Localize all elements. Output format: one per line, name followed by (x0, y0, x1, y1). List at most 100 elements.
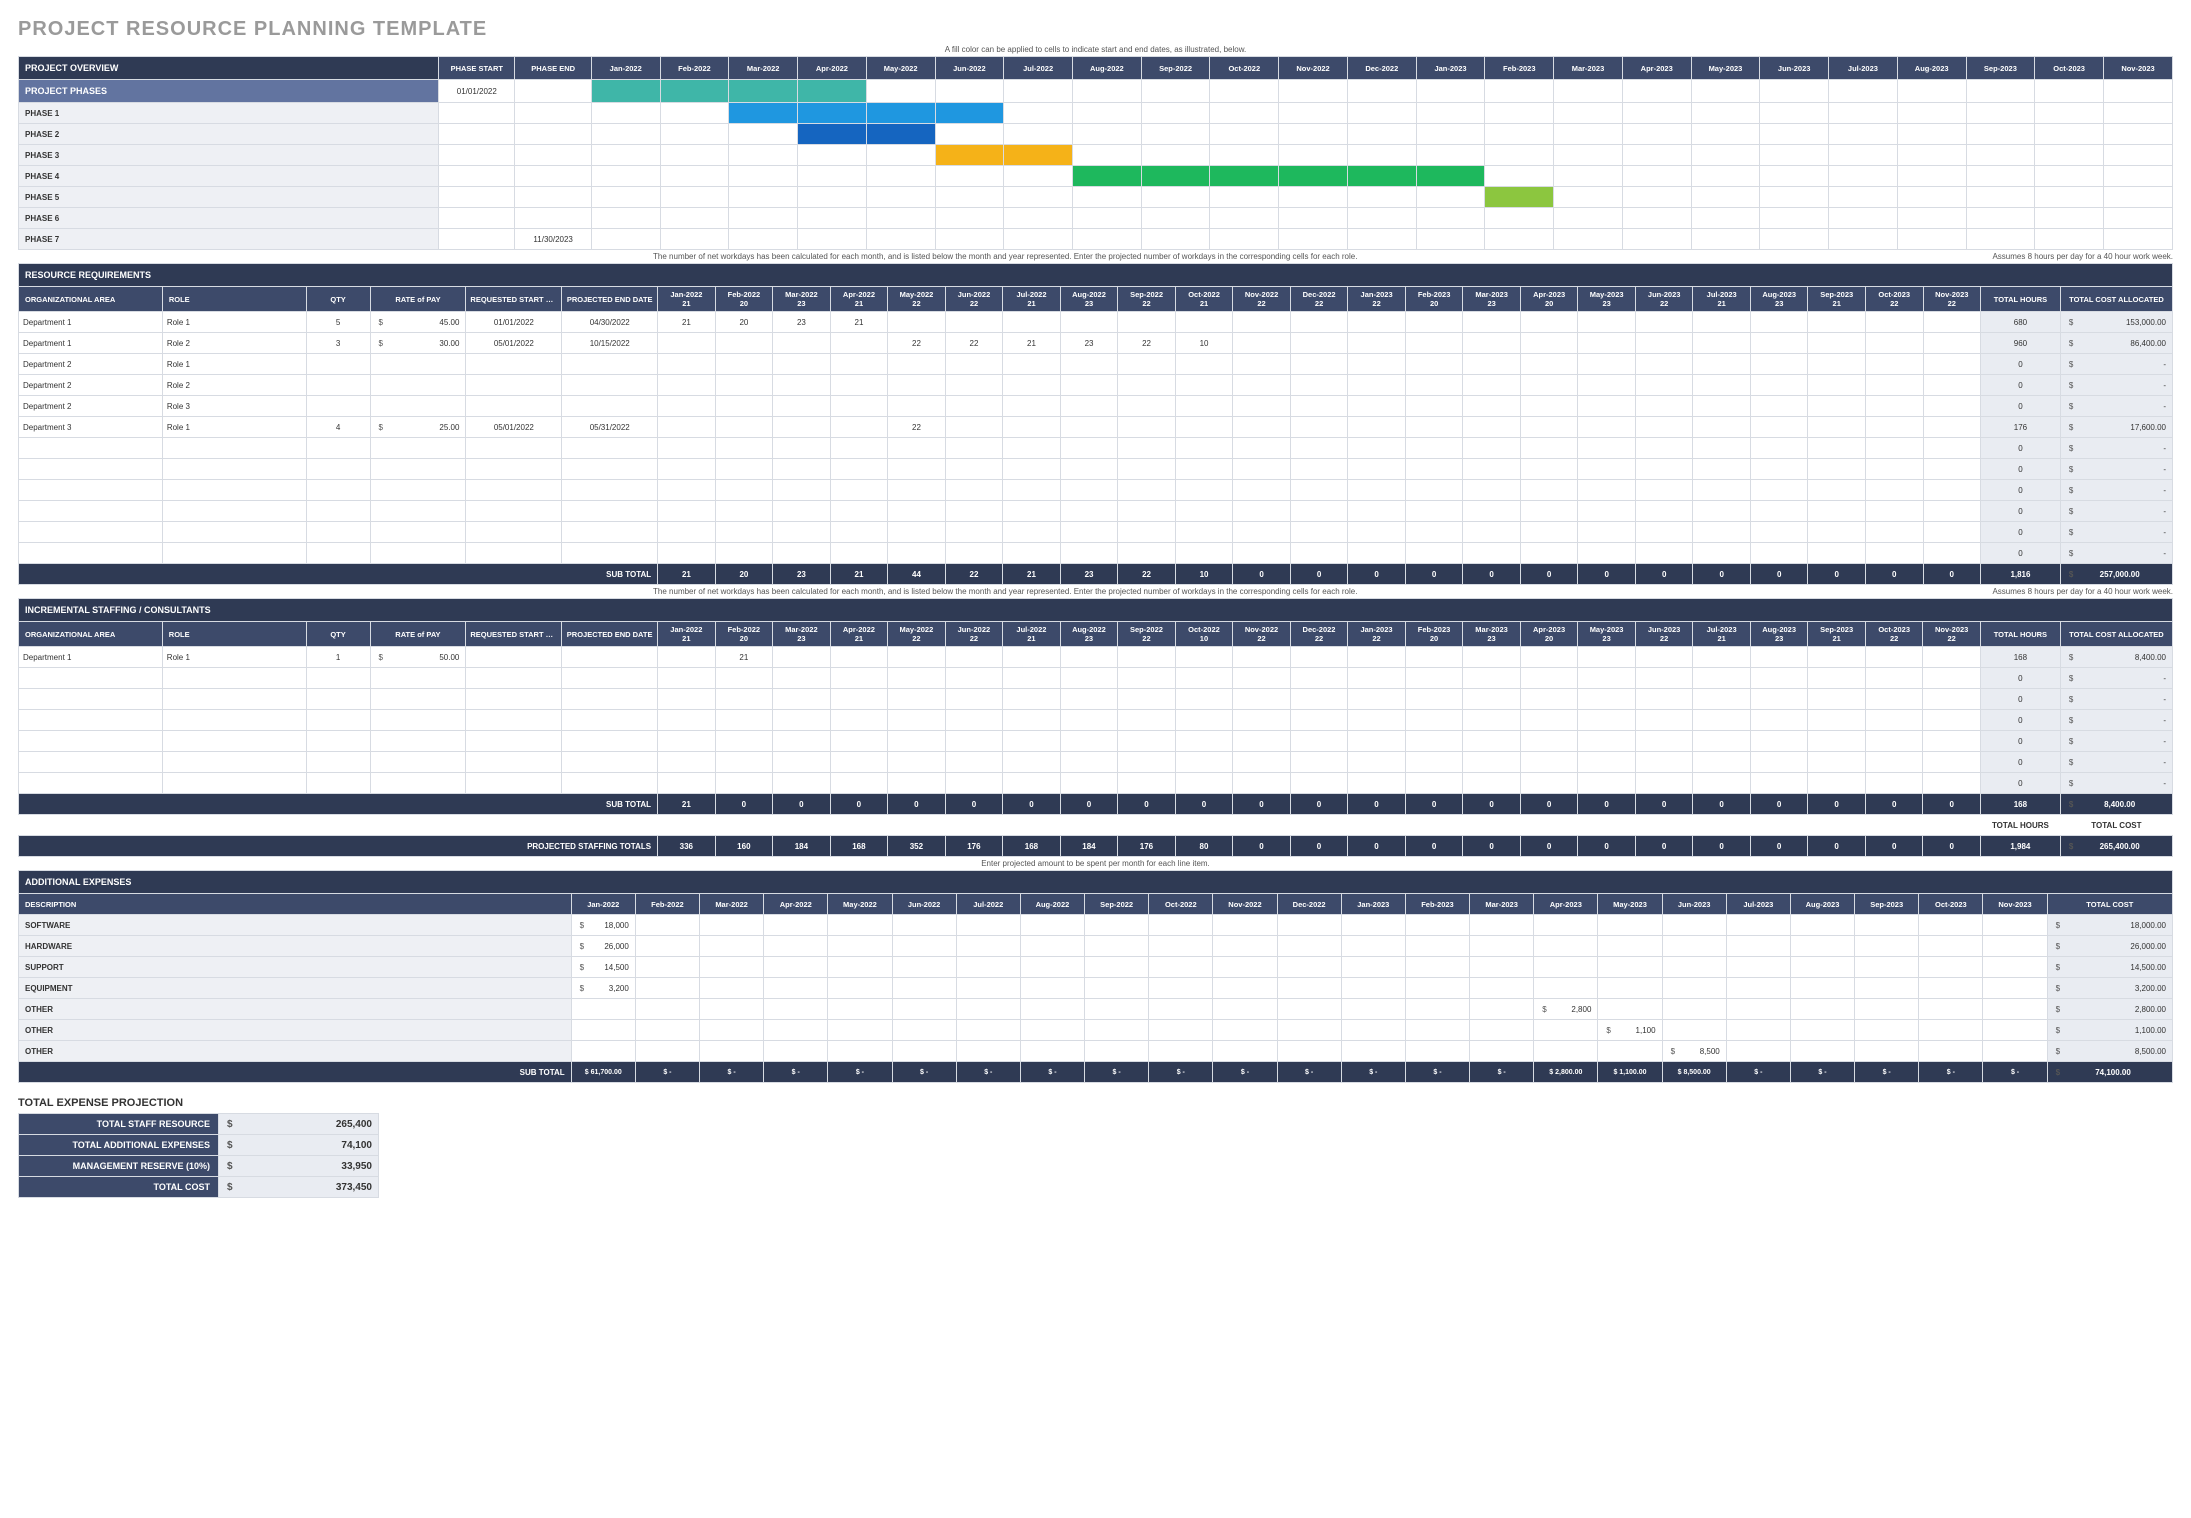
gantt-cell[interactable] (1416, 80, 1485, 103)
cell-val[interactable] (1060, 543, 1118, 564)
cell-val[interactable] (888, 312, 946, 333)
gantt-cell[interactable] (866, 145, 935, 166)
cell-val[interactable] (658, 333, 716, 354)
cell-val[interactable] (773, 375, 831, 396)
cell-val[interactable] (1520, 375, 1578, 396)
cell-val[interactable] (1578, 459, 1636, 480)
cell-val[interactable] (1635, 773, 1693, 794)
cell-val[interactable] (1635, 522, 1693, 543)
expense-val[interactable] (1277, 936, 1341, 957)
cell-val[interactable] (1060, 396, 1118, 417)
cell-val[interactable] (658, 396, 716, 417)
gantt-cell[interactable] (591, 208, 660, 229)
cell-val[interactable] (945, 396, 1003, 417)
cell-val[interactable] (1003, 522, 1061, 543)
cell-val[interactable] (1463, 375, 1521, 396)
expense-val[interactable] (764, 1041, 828, 1062)
expense-val[interactable] (1790, 915, 1854, 936)
cell-val[interactable] (830, 668, 888, 689)
expense-val[interactable] (1790, 978, 1854, 999)
cell-val[interactable] (715, 689, 773, 710)
gantt-cell[interactable] (1072, 187, 1141, 208)
cell-val[interactable] (1233, 647, 1291, 668)
cell-val[interactable] (1348, 333, 1406, 354)
cell-val[interactable] (1865, 459, 1923, 480)
expense-val[interactable] (1149, 999, 1213, 1020)
cell-val[interactable] (1693, 438, 1751, 459)
cell-val[interactable]: 23 (1060, 333, 1118, 354)
cell-role[interactable] (162, 752, 306, 773)
expense-val[interactable] (1341, 978, 1405, 999)
cell-val[interactable] (715, 710, 773, 731)
gantt-cell[interactable] (1416, 208, 1485, 229)
cell-val[interactable] (1233, 731, 1291, 752)
gantt-cell[interactable] (1760, 80, 1829, 103)
cell-val[interactable] (1060, 501, 1118, 522)
gantt-cell[interactable] (935, 208, 1004, 229)
cell-start[interactable] (466, 773, 562, 794)
cell-val[interactable] (1348, 312, 1406, 333)
gantt-cell[interactable] (798, 145, 867, 166)
expense-val[interactable] (635, 915, 699, 936)
cell-val[interactable] (1750, 396, 1808, 417)
cell-area[interactable] (19, 731, 163, 752)
cell-val[interactable] (1520, 752, 1578, 773)
cell-val[interactable] (1463, 396, 1521, 417)
cell-rate[interactable] (370, 396, 466, 417)
expense-val[interactable] (1020, 999, 1084, 1020)
cell-val[interactable] (773, 647, 831, 668)
expense-val[interactable] (1149, 957, 1213, 978)
cell-val[interactable] (1405, 689, 1463, 710)
cell-val[interactable] (1463, 689, 1521, 710)
expense-val[interactable] (700, 978, 764, 999)
cell-val[interactable] (1865, 417, 1923, 438)
cell-val[interactable] (1003, 417, 1061, 438)
cell-qty[interactable]: 1 (306, 647, 370, 668)
cell-val[interactable] (1290, 710, 1348, 731)
cell-val[interactable] (1865, 522, 1923, 543)
cell-val[interactable]: 21 (830, 312, 888, 333)
cell-val[interactable] (1290, 333, 1348, 354)
cell-val[interactable]: 21 (1003, 333, 1061, 354)
cell-val[interactable] (1175, 773, 1233, 794)
gantt-cell[interactable] (1416, 229, 1485, 250)
cell-val[interactable] (1693, 668, 1751, 689)
expense-val[interactable] (828, 978, 892, 999)
cell-qty[interactable] (306, 731, 370, 752)
cell-val[interactable] (1463, 773, 1521, 794)
cell-val[interactable] (715, 480, 773, 501)
cell-qty[interactable] (306, 668, 370, 689)
gantt-cell[interactable] (935, 166, 1004, 187)
gantt-cell[interactable] (2104, 80, 2173, 103)
cell-val[interactable] (1635, 731, 1693, 752)
gantt-cell[interactable] (866, 124, 935, 145)
cell-val[interactable] (1405, 333, 1463, 354)
cell-val[interactable] (945, 752, 1003, 773)
expense-val[interactable] (635, 1041, 699, 1062)
expense-val[interactable] (1149, 1041, 1213, 1062)
cell-role[interactable]: Role 3 (162, 396, 306, 417)
cell-role[interactable] (162, 731, 306, 752)
gantt-cell[interactable] (1072, 80, 1141, 103)
gantt-cell[interactable] (1072, 166, 1141, 187)
cell-val[interactable] (1520, 668, 1578, 689)
gantt-cell[interactable] (1347, 124, 1416, 145)
cell-val[interactable] (1520, 396, 1578, 417)
cell-val[interactable] (1750, 459, 1808, 480)
expense-val[interactable] (1534, 1041, 1598, 1062)
gantt-cell[interactable] (1485, 124, 1554, 145)
cell-area[interactable]: Department 1 (19, 312, 163, 333)
expense-val[interactable] (1405, 915, 1469, 936)
cell-val[interactable] (945, 417, 1003, 438)
gantt-cell[interactable] (1072, 208, 1141, 229)
expense-val[interactable] (828, 1041, 892, 1062)
expense-val[interactable] (1277, 957, 1341, 978)
cell-val[interactable] (1578, 480, 1636, 501)
expense-val[interactable] (700, 1041, 764, 1062)
cell-val[interactable] (1520, 689, 1578, 710)
expense-val[interactable]: 18,000 (571, 915, 635, 936)
expense-val[interactable] (1855, 936, 1919, 957)
expense-val[interactable] (1405, 978, 1469, 999)
gantt-cell[interactable] (1210, 103, 1279, 124)
cell-val[interactable] (888, 689, 946, 710)
